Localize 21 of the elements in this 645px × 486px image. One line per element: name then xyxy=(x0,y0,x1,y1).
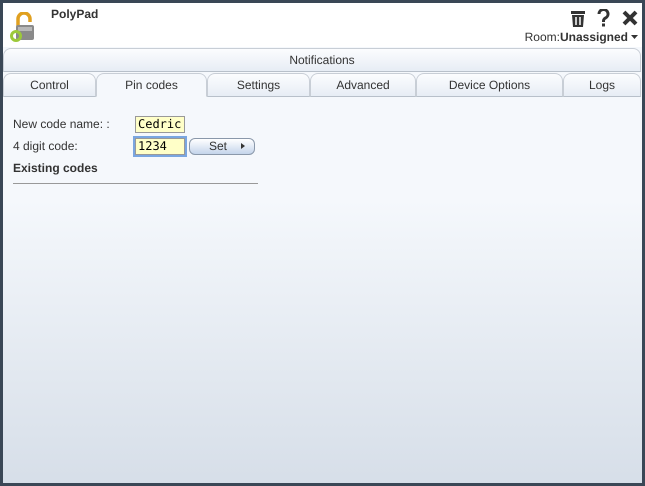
caret-icon xyxy=(241,143,245,149)
close-icon[interactable] xyxy=(622,10,638,26)
section-heading: Existing codes xyxy=(13,161,99,175)
window-title: PolyPad xyxy=(51,7,98,21)
set-button[interactable]: Set xyxy=(189,138,255,154)
tab[interactable]: Advanced xyxy=(310,73,416,97)
input-field[interactable]: Cedric xyxy=(135,116,185,132)
field-label: New code name: : xyxy=(13,117,111,131)
tab[interactable]: Pin codes xyxy=(96,73,207,97)
caret-icon xyxy=(631,35,638,39)
padlock-icon xyxy=(10,12,36,42)
room-dropdown[interactable]: Room:Unassigned xyxy=(524,30,638,44)
tab[interactable]: Device Options xyxy=(416,73,563,97)
tab[interactable]: Notifications xyxy=(3,48,641,72)
trash-icon[interactable] xyxy=(571,10,585,26)
tab[interactable]: Settings xyxy=(207,73,310,97)
field-label: 4 digit code: xyxy=(13,139,79,153)
input-field[interactable]: 1234 xyxy=(135,138,185,154)
tab[interactable]: Control xyxy=(3,73,96,97)
tab[interactable]: Logs xyxy=(563,73,641,97)
help-icon[interactable] xyxy=(597,9,610,27)
